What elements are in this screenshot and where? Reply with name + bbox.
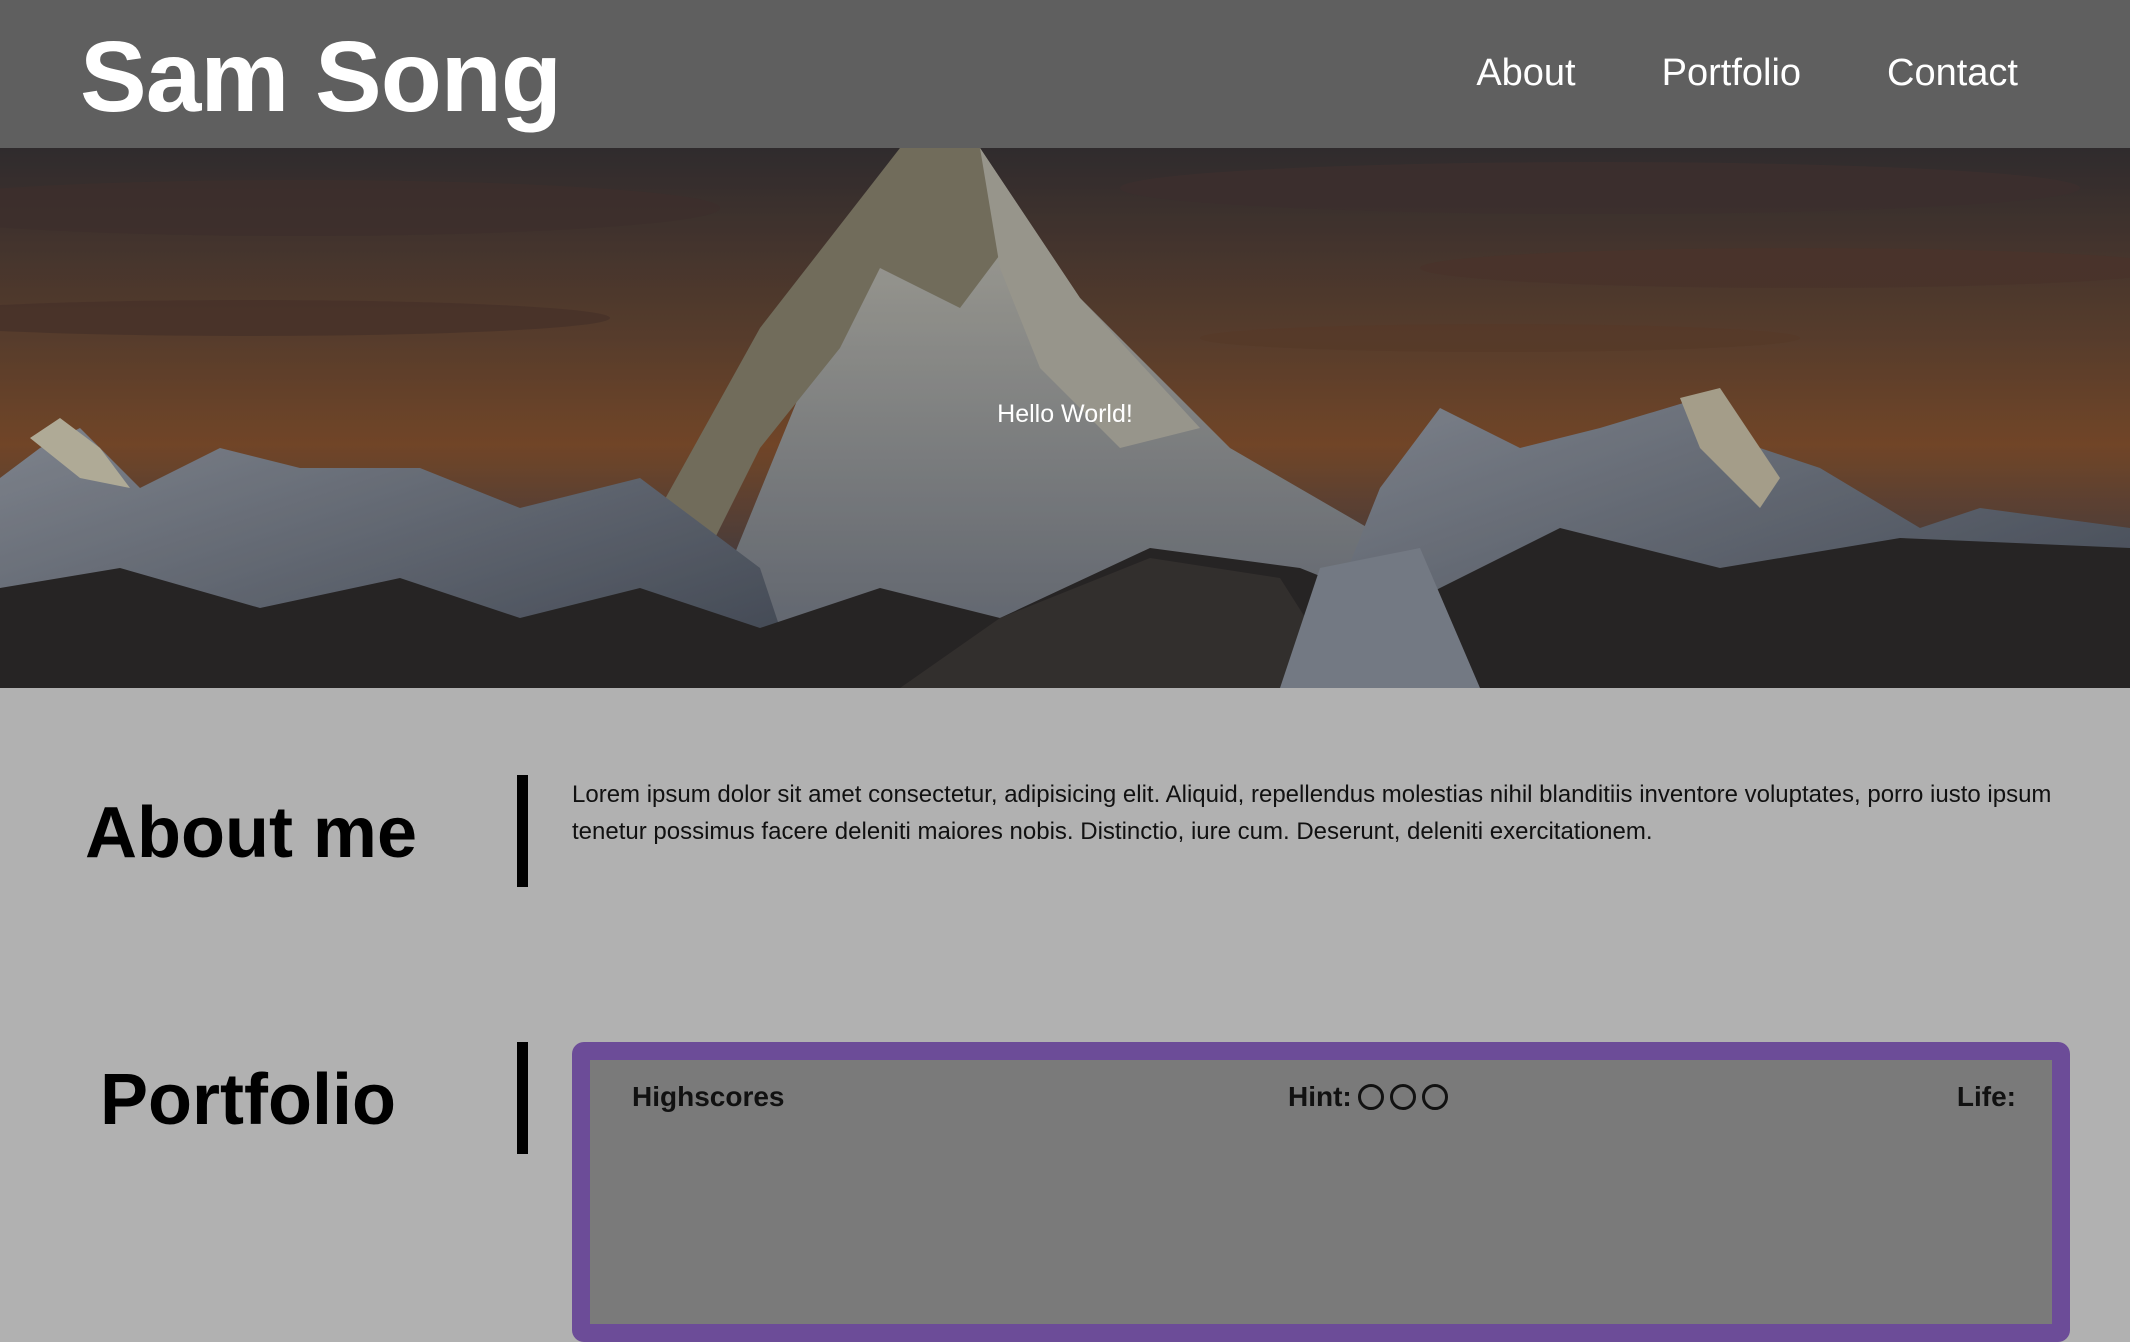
life-label: Life: xyxy=(1956,1081,2016,1112)
about-paragraph: Lorem ipsum dolor sit amet consectetur, … xyxy=(572,781,2052,845)
hint-label: Hint: xyxy=(1288,1081,1352,1112)
portfolio-heading: Portfolio xyxy=(100,1060,396,1140)
hint-circle-icon[interactable] xyxy=(1421,1084,1448,1110)
about-divider xyxy=(517,775,528,887)
game-panel[interactable]: Highscores Hint: Life: xyxy=(572,1042,2070,1342)
nav-link-contact[interactable]: Contact xyxy=(1887,50,2018,96)
hint-group: Hint: xyxy=(1288,1080,1448,1114)
hint-circle-icon[interactable] xyxy=(1357,1084,1384,1110)
hero-banner: Hello World! xyxy=(0,148,2130,688)
portfolio-divider xyxy=(517,1042,528,1154)
nav-link-portfolio[interactable]: Portfolio xyxy=(1662,50,1801,96)
game-status-bar: Highscores Hint: Life: xyxy=(590,1060,2052,1130)
site-brand[interactable]: Sam Song xyxy=(80,18,562,136)
highscores-button[interactable]: Highscores xyxy=(632,1080,785,1114)
nav-link-about[interactable]: About xyxy=(1476,50,1575,96)
hero-greeting: Hello World! xyxy=(997,400,1133,428)
hint-circle-icon[interactable] xyxy=(1389,1084,1416,1110)
main-nav: About Portfolio Contact xyxy=(1476,50,2018,96)
site-header: Sam Song About Portfolio Contact xyxy=(0,0,2130,148)
about-heading: About me xyxy=(85,793,417,873)
